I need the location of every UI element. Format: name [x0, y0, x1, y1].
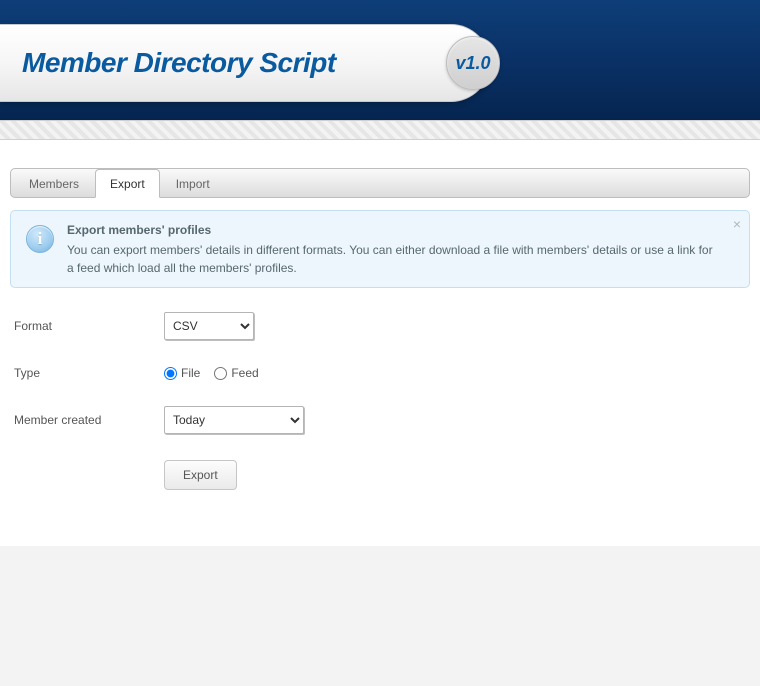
- format-label: Format: [14, 319, 164, 333]
- created-label: Member created: [14, 413, 164, 427]
- created-select[interactable]: Today: [164, 406, 304, 434]
- type-label: Type: [14, 366, 164, 380]
- type-radio-feed-input[interactable]: [214, 367, 227, 380]
- version-badge: v1.0: [446, 36, 500, 90]
- export-button[interactable]: Export: [164, 460, 237, 490]
- close-icon[interactable]: ×: [733, 217, 741, 231]
- type-radio-feed[interactable]: Feed: [214, 366, 258, 380]
- tab-import[interactable]: Import: [162, 170, 224, 197]
- info-box: i Export members' profiles You can expor…: [10, 210, 750, 288]
- version-text: v1.0: [455, 53, 490, 74]
- info-title: Export members' profiles: [67, 221, 719, 239]
- app-title: Member Directory Script: [22, 47, 336, 79]
- type-radio-file-label: File: [181, 366, 200, 380]
- row-submit: Export: [14, 460, 746, 490]
- row-format: Format CSV: [14, 312, 746, 340]
- tab-members[interactable]: Members: [15, 170, 93, 197]
- type-radio-file[interactable]: File: [164, 366, 200, 380]
- info-icon: i: [26, 225, 54, 253]
- main-content: Members Export Import i Export members' …: [0, 140, 760, 546]
- type-radio-file-input[interactable]: [164, 367, 177, 380]
- format-select[interactable]: CSV: [164, 312, 254, 340]
- row-type: Type File Feed: [14, 366, 746, 380]
- row-created: Member created Today: [14, 406, 746, 434]
- app-header: Member Directory Script v1.0: [0, 0, 760, 120]
- header-pill: Member Directory Script: [0, 24, 490, 102]
- info-icon-wrap: i: [23, 221, 57, 253]
- divider-stripe: [0, 120, 760, 140]
- info-icon-glyph: i: [38, 229, 43, 249]
- footer-band: [0, 546, 760, 686]
- type-radio-feed-label: Feed: [231, 366, 258, 380]
- export-form: Format CSV Type File Feed Member: [10, 288, 750, 490]
- info-text: Export members' profiles You can export …: [57, 221, 719, 277]
- tab-export[interactable]: Export: [95, 169, 160, 198]
- info-body: You can export members' details in diffe…: [67, 243, 713, 275]
- tabs-bar: Members Export Import: [10, 168, 750, 198]
